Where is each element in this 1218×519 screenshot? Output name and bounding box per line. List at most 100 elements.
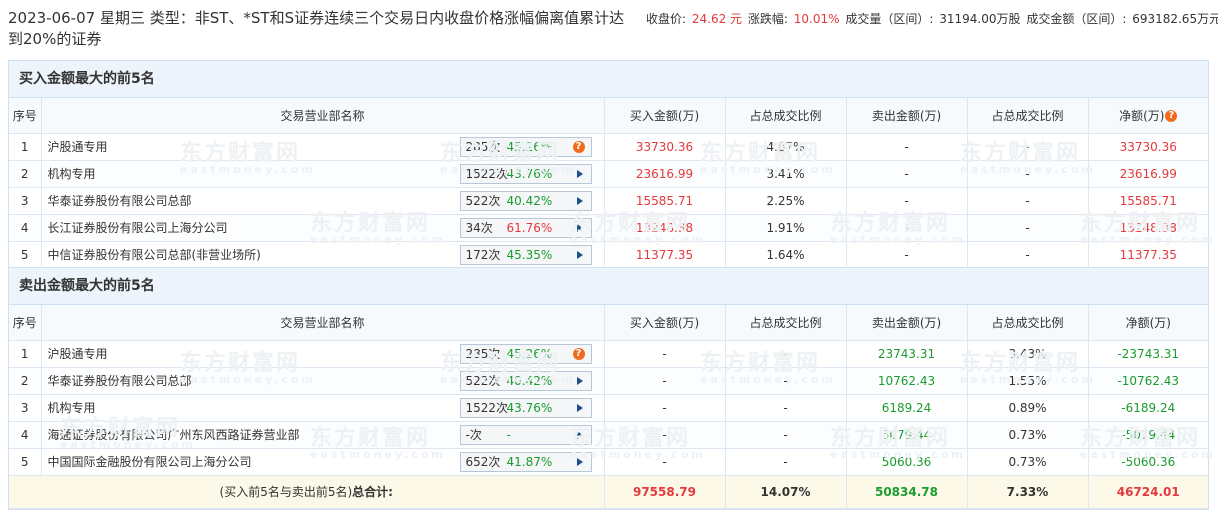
buy-table: 序号 交易营业部名称 买入金额(万) 占总成交比例 卖出金额(万) 占总成交比例 净额(万)… <box>9 98 1208 269</box>
trade-times: 1522次 <box>465 166 509 181</box>
table-row: 2 机构专用 1522次 43.76% 23616.99 3.41% - -23616.99 <box>9 160 1208 188</box>
win-rate: 43.76% <box>506 166 553 181</box>
sell-amount: - <box>846 133 968 161</box>
trade-times: 1522次 <box>465 400 509 415</box>
total-sell-amount: 50834.78 <box>846 475 968 509</box>
table-row: 1 沪股通专用 285次 45.26%? - -23743.31 3.43% -23743.3… <box>9 340 1208 368</box>
arrow-right-icon[interactable] <box>576 430 583 439</box>
sell-table: 序号 交易营业部名称 买入金额(万) 占总成交比例 卖出金额(万) 占总成交比例 净额(万)… <box>9 305 1208 509</box>
branch-name-link[interactable]: 沪股通专用 <box>48 140 108 154</box>
buy-ratio: 2.25% <box>725 187 847 215</box>
branch-stats-button[interactable]: 522次 40.42% <box>459 370 592 391</box>
total-net-amount: 46724.01 <box>1088 475 1208 509</box>
sell-amount: 23743.31 <box>846 340 968 368</box>
total-label: (买入前5名与卖出前5名)总合计: <box>9 475 605 509</box>
sell-section: 卖出金额最大的前5名 序号 交易营业部名称 买入金额(万) 占总成交比例 卖出金额(万)… <box>8 268 1209 510</box>
arrow-right-icon[interactable] <box>576 169 583 178</box>
branch-stats-button[interactable]: 1522次 43.76% <box>459 163 592 184</box>
col-buy-ratio-header: 占总成交比例 <box>725 98 847 134</box>
buy-amount: 23616.99 <box>604 160 726 188</box>
branch-stats-button[interactable]: 522次 40.42% <box>459 190 592 211</box>
branch-stats-button[interactable]: 1522次 43.76% <box>459 397 592 418</box>
net-amount: -6189.24 <box>1088 394 1208 422</box>
branch-name-link[interactable]: 中国国际金融股份有限公司上海分公司 <box>48 455 252 469</box>
sell-amount: 5060.36 <box>846 448 968 476</box>
question-mark-icon[interactable]: ? <box>572 347 585 360</box>
buy-ratio: - <box>725 340 847 368</box>
branch-stats-button[interactable]: -次 - <box>459 424 592 445</box>
branch-name-link[interactable]: 华泰证券股份有限公司总部 <box>48 194 192 208</box>
arrow-right-icon[interactable] <box>576 403 583 412</box>
win-rate: 45.26% <box>506 139 553 154</box>
sell-amount: - <box>846 187 968 215</box>
net-amount: 33730.36 <box>1088 133 1208 161</box>
sell-section-title: 卖出金额最大的前5名 <box>9 268 1208 305</box>
sell-ratio: - <box>967 133 1089 161</box>
arrow-right-icon[interactable] <box>576 196 583 205</box>
col-sell-ratio-header: 占总成交比例 <box>967 98 1089 134</box>
col-net-amount-header: 净额(万) <box>1088 305 1208 341</box>
branch-stats-button[interactable]: 285次 45.26%? <box>459 343 592 364</box>
trade-times: 285次 <box>465 346 501 361</box>
branch-name-link[interactable]: 机构专用 <box>48 167 96 181</box>
sell-ratio: - <box>967 187 1089 215</box>
total-sell-ratio: 7.33% <box>967 475 1089 509</box>
page-header: 2023-06-07 星期三 类型：非ST、*ST和S证券连续三个交易日内收盘价… <box>0 0 1218 58</box>
net-amount: 13248.38 <box>1088 214 1208 242</box>
table-row: 2 华泰证券股份有限公司总部 522次 40.42% - -10762.43 1.55% -1… <box>9 367 1208 395</box>
row-index: 4 <box>9 214 42 242</box>
branch-stats-button[interactable]: 34次 61.76% <box>459 217 592 238</box>
branch-stats-button[interactable]: 652次 41.87% <box>459 451 592 472</box>
row-index: 1 <box>9 340 42 368</box>
net-amount: 15585.71 <box>1088 187 1208 215</box>
net-amount: -5060.36 <box>1088 448 1208 476</box>
close-value: 24.62 元 <box>691 12 743 26</box>
net-amount: 11377.35 <box>1088 241 1208 269</box>
win-rate: - <box>506 427 511 442</box>
amount-value: 693182.65万元 <box>1132 12 1218 26</box>
amount-label: 成交金额（区间）: <box>1026 12 1127 26</box>
sell-ratio: 3.43% <box>967 340 1089 368</box>
sell-amount: - <box>846 160 968 188</box>
sell-ratio: 0.89% <box>967 394 1089 422</box>
change-label: 涨跌幅: <box>747 12 788 26</box>
row-index: 5 <box>9 448 42 476</box>
page-title: 2023-06-07 星期三 类型：非ST、*ST和S证券连续三个交易日内收盘价… <box>8 9 625 48</box>
sell-amount: 10762.43 <box>846 367 968 395</box>
win-rate: 61.76% <box>506 220 553 235</box>
sell-ratio: 0.73% <box>967 421 1089 449</box>
branch-name-link[interactable]: 沪股通专用 <box>48 347 108 361</box>
sell-amount: 5079.44 <box>846 421 968 449</box>
arrow-right-icon[interactable] <box>576 376 583 385</box>
row-index: 4 <box>9 421 42 449</box>
row-index: 2 <box>9 367 42 395</box>
branch-name-link[interactable]: 长江证券股份有限公司上海分公司 <box>48 221 228 235</box>
branch-name-cell: 沪股通专用 285次 45.26%? <box>41 340 605 368</box>
row-index: 1 <box>9 133 42 161</box>
table-row: 5 中信证券股份有限公司总部(非营业场所) 172次 45.35% 11377.35 1.… <box>9 241 1208 269</box>
buy-ratio: - <box>725 394 847 422</box>
branch-name-cell: 机构专用 1522次 43.76% <box>41 160 605 188</box>
sell-ratio: 0.73% <box>967 448 1089 476</box>
question-mark-icon[interactable]: ? <box>572 140 585 153</box>
branch-name-link[interactable]: 华泰证券股份有限公司总部 <box>48 374 192 388</box>
arrow-right-icon[interactable] <box>576 223 583 232</box>
branch-name-link[interactable]: 海通证券股份有限公司广州东风西路证券营业部 <box>48 428 300 442</box>
sell-amount: - <box>846 241 968 269</box>
win-rate: 43.76% <box>506 400 553 415</box>
branch-stats-button[interactable]: 285次 45.26%? <box>459 136 592 157</box>
branch-name-link[interactable]: 机构专用 <box>48 401 96 415</box>
buy-ratio: 1.64% <box>725 241 847 269</box>
trade-times: 285次 <box>465 139 501 154</box>
arrow-right-icon[interactable] <box>576 457 583 466</box>
buy-amount: - <box>604 448 726 476</box>
table-row: 5 中国国际金融股份有限公司上海分公司 652次 41.87% - -5060.36 0.7… <box>9 448 1208 476</box>
buy-ratio: 4.87% <box>725 133 847 161</box>
question-mark-icon[interactable]: ? <box>1165 109 1178 122</box>
table-row: 1 沪股通专用 285次 45.26%? 33730.36 4.87% - -33730.36 <box>9 133 1208 161</box>
branch-name-link[interactable]: 中信证券股份有限公司总部(非营业场所) <box>48 248 261 262</box>
row-index: 3 <box>9 187 42 215</box>
branch-stats-button[interactable]: 172次 45.35% <box>459 244 592 265</box>
trade-times: 34次 <box>465 220 493 235</box>
arrow-right-icon[interactable] <box>576 250 583 259</box>
